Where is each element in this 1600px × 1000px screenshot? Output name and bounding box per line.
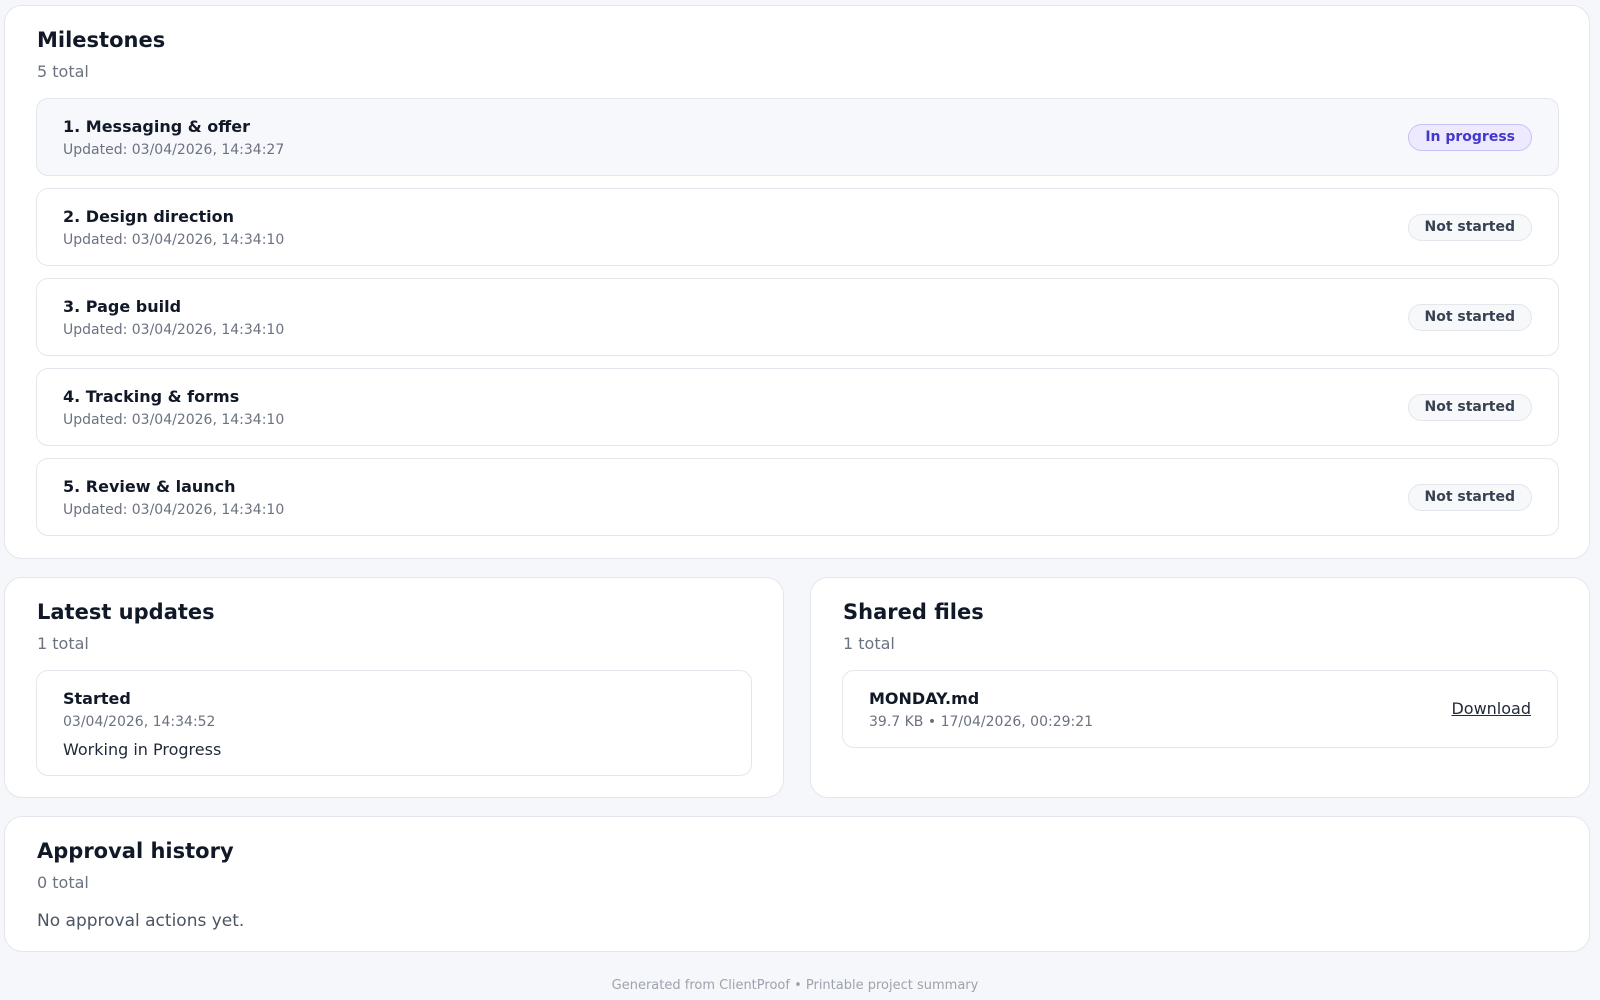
status-badge: Not started <box>1407 484 1532 511</box>
milestones-card: Milestones 5 total 1. Messaging & offer … <box>4 5 1590 559</box>
approvals-count: 0 total <box>37 873 89 892</box>
milestone-item: 3. Page build Updated: 03/04/2026, 14:34… <box>36 278 1559 356</box>
milestone-title: 1. Messaging & offer <box>63 117 250 136</box>
page-footer: Generated from ClientProof • Printable p… <box>611 978 979 993</box>
download-link[interactable]: Download <box>1451 699 1531 718</box>
latest-updates-card: Latest updates 1 total Started 03/04/202… <box>4 577 784 798</box>
updates-title: Latest updates <box>37 600 215 624</box>
file-name: MONDAY.md <box>869 689 980 708</box>
milestone-updated: Updated: 03/04/2026, 14:34:27 <box>63 142 285 158</box>
milestone-updated: Updated: 03/04/2026, 14:34:10 <box>63 232 285 248</box>
shared-files-card: Shared files 1 total MONDAY.md 39.7 KB •… <box>810 577 1590 798</box>
status-badge: Not started <box>1407 214 1532 241</box>
project-summary-page: Milestones 5 total 1. Messaging & offer … <box>0 0 1600 1000</box>
milestone-item: 4. Tracking & forms Updated: 03/04/2026,… <box>36 368 1559 446</box>
milestone-item: 2. Design direction Updated: 03/04/2026,… <box>36 188 1559 266</box>
update-title: Started <box>63 689 131 708</box>
milestone-item: 1. Messaging & offer Updated: 03/04/2026… <box>36 98 1559 176</box>
status-badge: Not started <box>1407 394 1532 421</box>
status-badge: Not started <box>1407 304 1532 331</box>
approval-history-card: Approval history 0 total No approval act… <box>4 816 1590 952</box>
updates-count: 1 total <box>37 634 89 653</box>
milestone-item: 5. Review & launch Updated: 03/04/2026, … <box>36 458 1559 536</box>
approvals-empty-message: No approval actions yet. <box>37 911 245 931</box>
milestones-count: 5 total <box>37 62 89 81</box>
update-timestamp: 03/04/2026, 14:34:52 <box>63 714 216 730</box>
status-badge: In progress <box>1408 124 1532 151</box>
update-item: Started 03/04/2026, 14:34:52 Working in … <box>36 670 752 776</box>
milestone-title: 2. Design direction <box>63 207 235 226</box>
milestone-list: 1. Messaging & offer Updated: 03/04/2026… <box>36 98 1559 548</box>
milestone-updated: Updated: 03/04/2026, 14:34:10 <box>63 322 285 338</box>
milestone-title: 5. Review & launch <box>63 477 236 496</box>
milestones-title: Milestones <box>37 28 166 52</box>
update-body: Working in Progress <box>63 740 222 759</box>
milestone-updated: Updated: 03/04/2026, 14:34:10 <box>63 502 285 518</box>
milestone-updated: Updated: 03/04/2026, 14:34:10 <box>63 412 285 428</box>
file-item: MONDAY.md 39.7 KB • 17/04/2026, 00:29:21… <box>842 670 1558 748</box>
files-title: Shared files <box>843 600 984 624</box>
milestone-title: 4. Tracking & forms <box>63 387 240 406</box>
files-count: 1 total <box>843 634 895 653</box>
milestone-title: 3. Page build <box>63 297 182 316</box>
file-meta: 39.7 KB • 17/04/2026, 00:29:21 <box>869 714 1094 730</box>
approvals-title: Approval history <box>37 839 234 863</box>
